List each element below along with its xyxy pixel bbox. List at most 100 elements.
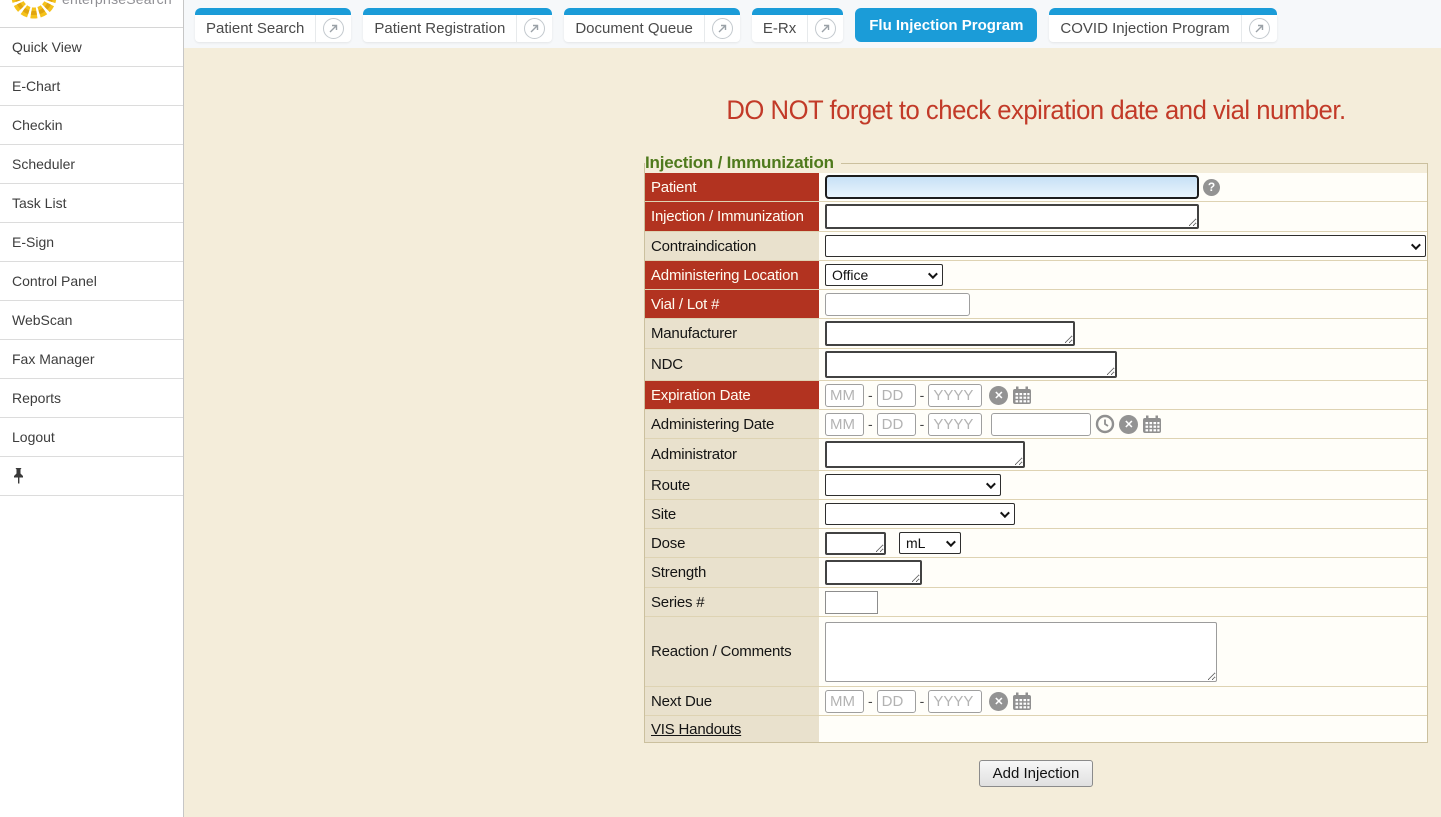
tab-patient-registration[interactable]: Patient Registration xyxy=(363,8,552,42)
administering-location-select[interactable]: Office xyxy=(825,264,943,286)
site-select[interactable] xyxy=(825,503,1015,525)
row-route: Route xyxy=(645,471,1427,500)
clock-icon[interactable] xyxy=(1095,414,1115,434)
row-vis-handouts: VIS Handouts xyxy=(645,716,1427,742)
row-strength: Strength xyxy=(645,558,1427,588)
row-series: Series # xyxy=(645,588,1427,617)
calendar-icon[interactable] xyxy=(1012,386,1032,405)
reaction-comments-input[interactable] xyxy=(825,622,1217,682)
administering-day-input[interactable] xyxy=(877,413,916,436)
field-label-manufacturer: Manufacturer xyxy=(645,319,821,348)
tab-e-rx[interactable]: E-Rx xyxy=(752,8,843,42)
popout-icon[interactable] xyxy=(704,15,740,42)
strength-input[interactable] xyxy=(825,560,922,585)
add-injection-button[interactable]: Add Injection xyxy=(979,760,1094,787)
administering-time-input[interactable] xyxy=(991,413,1091,436)
field-label-site: Site xyxy=(645,500,821,528)
route-select[interactable] xyxy=(825,474,1001,496)
sidebar: enterpriseSearch Quick View E-Chart Chec… xyxy=(0,0,184,817)
tab-flu-injection-program[interactable]: Flu Injection Program xyxy=(855,8,1037,42)
field-label-expiration-date: Expiration Date xyxy=(645,381,821,409)
tab-accent-bar xyxy=(363,8,552,15)
field-label-patient: Patient xyxy=(645,173,821,201)
row-injection-immunization: Injection / Immunization xyxy=(645,202,1427,232)
expiration-year-input[interactable] xyxy=(928,384,982,407)
sidebar-item-e-sign[interactable]: E-Sign xyxy=(0,223,183,262)
row-site: Site xyxy=(645,500,1427,529)
injection-form: Injection / Immunization Patient ? Injec… xyxy=(644,153,1428,743)
help-icon[interactable]: ? xyxy=(1203,179,1220,196)
clear-date-icon[interactable]: ✕ xyxy=(989,386,1008,405)
expiration-month-input[interactable] xyxy=(825,384,864,407)
vis-handouts-link[interactable]: VIS Handouts xyxy=(651,721,741,738)
series-input[interactable] xyxy=(825,591,878,614)
next-due-year-input[interactable] xyxy=(928,690,982,713)
field-label-strength: Strength xyxy=(645,558,821,587)
tab-document-queue[interactable]: Document Queue xyxy=(564,8,740,42)
dose-input[interactable] xyxy=(825,532,886,555)
vis-handouts-link-cell: VIS Handouts xyxy=(645,716,821,742)
field-label-reaction-comments: Reaction / Comments xyxy=(645,617,821,686)
administrator-input[interactable] xyxy=(825,441,1025,468)
brand-text: enterpriseSearch xyxy=(62,0,172,7)
row-dose: Dose mL xyxy=(645,529,1427,558)
field-label-contraindication: Contraindication xyxy=(645,232,821,260)
field-label-vial-lot: Vial / Lot # xyxy=(645,290,821,318)
chevron-down-icon xyxy=(1000,508,1010,518)
sidebar-item-fax-manager[interactable]: Fax Manager xyxy=(0,340,183,379)
row-manufacturer: Manufacturer xyxy=(645,319,1427,349)
pushpin-icon xyxy=(12,468,25,484)
tab-covid-injection-program[interactable]: COVID Injection Program xyxy=(1049,8,1276,42)
tab-accent-bar xyxy=(195,8,351,15)
vial-lot-input[interactable] xyxy=(825,293,970,316)
popout-icon[interactable] xyxy=(516,15,552,42)
dose-unit-select[interactable]: mL xyxy=(899,532,961,554)
tab-bar: Patient Search Patient Registration xyxy=(184,0,1441,48)
popout-icon[interactable] xyxy=(1241,15,1277,42)
calendar-icon[interactable] xyxy=(1142,415,1162,434)
warning-banner: DO NOT forget to check expiration date a… xyxy=(664,95,1409,126)
manufacturer-input[interactable] xyxy=(825,321,1075,346)
administering-month-input[interactable] xyxy=(825,413,864,436)
clear-date-icon[interactable]: ✕ xyxy=(1119,415,1138,434)
sidebar-item-quick-view[interactable]: Quick View xyxy=(0,28,183,67)
sidebar-item-webscan[interactable]: WebScan xyxy=(0,301,183,340)
injection-immunization-input[interactable] xyxy=(825,204,1199,229)
sidebar-pin-toggle[interactable] xyxy=(0,457,183,496)
row-contraindication: Contraindication xyxy=(645,232,1427,261)
sidebar-item-checkin[interactable]: Checkin xyxy=(0,106,183,145)
row-reaction-comments: Reaction / Comments xyxy=(645,617,1427,687)
sidebar-item-e-chart[interactable]: E-Chart xyxy=(0,67,183,106)
popout-icon[interactable] xyxy=(807,15,843,42)
tab-accent-bar xyxy=(1049,8,1276,15)
patient-input[interactable] xyxy=(825,175,1199,199)
sidebar-item-control-panel[interactable]: Control Panel xyxy=(0,262,183,301)
tab-patient-search[interactable]: Patient Search xyxy=(195,8,351,42)
sidebar-item-task-list[interactable]: Task List xyxy=(0,184,183,223)
field-label-dose: Dose xyxy=(645,529,821,557)
tab-accent-bar xyxy=(564,8,740,15)
expiration-day-input[interactable] xyxy=(877,384,916,407)
row-administering-location: Administering Location Office xyxy=(645,261,1427,290)
calendar-icon[interactable] xyxy=(1012,692,1032,711)
next-due-day-input[interactable] xyxy=(877,690,916,713)
form-legend: Injection / Immunization xyxy=(645,153,841,173)
clear-date-icon[interactable]: ✕ xyxy=(989,692,1008,711)
ndc-input[interactable] xyxy=(825,351,1117,378)
administering-year-input[interactable] xyxy=(928,413,982,436)
sidebar-item-logout[interactable]: Logout xyxy=(0,418,183,457)
field-label-ndc: NDC xyxy=(645,349,821,380)
row-expiration-date: Expiration Date -- ✕ xyxy=(645,381,1427,410)
popout-icon[interactable] xyxy=(315,15,351,42)
sidebar-item-scheduler[interactable]: Scheduler xyxy=(0,145,183,184)
next-due-month-input[interactable] xyxy=(825,690,864,713)
field-label-administrator: Administrator xyxy=(645,439,821,470)
sidebar-item-reports[interactable]: Reports xyxy=(0,379,183,418)
field-label-series: Series # xyxy=(645,588,821,616)
chevron-down-icon xyxy=(946,537,956,547)
chevron-down-icon xyxy=(986,479,996,489)
contraindication-select[interactable] xyxy=(825,235,1426,257)
field-label-administering-date: Administering Date xyxy=(645,410,821,438)
row-administering-date: Administering Date -- ✕ xyxy=(645,410,1427,439)
chevron-down-icon xyxy=(928,269,938,279)
